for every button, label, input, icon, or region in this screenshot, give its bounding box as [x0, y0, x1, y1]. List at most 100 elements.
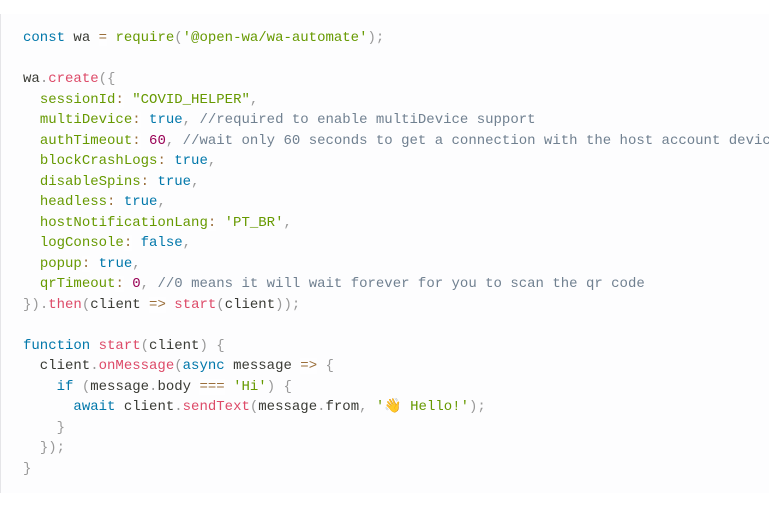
code-token: =>	[149, 297, 166, 313]
code-token: disableSpins	[40, 174, 141, 190]
code-token: (	[99, 71, 107, 87]
code-token: true	[99, 256, 133, 272]
code-token: :	[208, 215, 216, 231]
code-token: client	[225, 297, 275, 313]
code-token	[23, 194, 40, 210]
code-token: logConsole	[40, 235, 124, 251]
code-token: ,	[183, 112, 191, 128]
code-token	[23, 153, 40, 169]
code-token: .	[174, 399, 182, 415]
code-token: then	[48, 297, 82, 313]
code-token: (	[174, 358, 182, 374]
code-token: =	[99, 30, 107, 46]
code-token: sessionId	[40, 92, 116, 108]
code-token: (	[216, 297, 224, 313]
code-token	[166, 297, 174, 313]
code-token: false	[141, 235, 183, 251]
code-token: :	[115, 276, 123, 292]
code-token	[23, 92, 40, 108]
code-token: if	[57, 379, 74, 395]
code-token: ,	[359, 399, 367, 415]
code-token: true	[124, 194, 158, 210]
code-token: }	[40, 440, 48, 456]
code-token: function	[23, 338, 90, 354]
code-token: true	[149, 112, 183, 128]
code-token	[166, 153, 174, 169]
code-token: '@open-wa/wa-automate'	[183, 30, 368, 46]
code-token: ,	[183, 235, 191, 251]
code-token: message	[90, 379, 149, 395]
code-token: true	[157, 174, 191, 190]
code-token: ;	[376, 30, 384, 46]
code-token: (	[82, 379, 90, 395]
code-token: )	[31, 297, 39, 313]
code-token	[23, 256, 40, 272]
code-token: )	[284, 297, 292, 313]
code-block: const wa = require('@open-wa/wa-automate…	[0, 14, 769, 493]
code-token: ,	[283, 215, 291, 231]
code-token: blockCrashLogs	[40, 153, 158, 169]
code-token: client	[115, 399, 174, 415]
code-token: (	[82, 297, 90, 313]
code-token: //0 means it will wait forever for you t…	[157, 276, 644, 292]
code-token: 60	[149, 133, 166, 149]
code-token: .	[317, 399, 325, 415]
code-token	[23, 133, 40, 149]
code-token: (	[141, 338, 149, 354]
code-token	[141, 133, 149, 149]
code-token: start	[99, 338, 141, 354]
code-token: ,	[141, 276, 149, 292]
code-token: .	[40, 71, 48, 87]
code-token	[23, 276, 40, 292]
code-token	[124, 276, 132, 292]
code-token	[23, 420, 57, 436]
code-token: )	[275, 297, 283, 313]
code-token	[115, 194, 123, 210]
code-token: authTimeout	[40, 133, 132, 149]
code-token: message	[258, 399, 317, 415]
code-token: client	[23, 358, 90, 374]
code-token: true	[174, 153, 208, 169]
code-token: popup	[40, 256, 82, 272]
code-token	[23, 235, 40, 251]
code-token	[317, 358, 325, 374]
code-token: :	[157, 153, 165, 169]
code-token	[368, 399, 376, 415]
code-token	[90, 338, 98, 354]
code-token: {	[326, 358, 334, 374]
code-token: headless	[40, 194, 107, 210]
code-token	[124, 92, 132, 108]
code-token: ,	[132, 256, 140, 272]
code-token	[141, 112, 149, 128]
code-token	[132, 235, 140, 251]
code-token: :	[132, 112, 140, 128]
code-token: async	[183, 358, 225, 374]
code-token	[225, 379, 233, 395]
code-content: const wa = require('@open-wa/wa-automate…	[23, 30, 769, 477]
code-token: sendText	[183, 399, 250, 415]
code-token: hostNotificationLang	[40, 215, 208, 231]
code-token: 'PT_BR'	[225, 215, 284, 231]
code-token: )	[48, 440, 56, 456]
code-token	[23, 112, 40, 128]
code-token: {	[216, 338, 224, 354]
code-token: ;	[292, 297, 300, 313]
code-token: ,	[250, 92, 258, 108]
code-token: require	[115, 30, 174, 46]
code-token: start	[174, 297, 216, 313]
code-token	[174, 133, 182, 149]
code-token: from	[326, 399, 360, 415]
code-token: client	[90, 297, 149, 313]
code-token: qrTimeout	[40, 276, 116, 292]
code-token	[73, 379, 81, 395]
code-token: ,	[191, 174, 199, 190]
code-token: multiDevice	[40, 112, 132, 128]
code-token: ;	[477, 399, 485, 415]
code-token: :	[132, 133, 140, 149]
code-token	[90, 256, 98, 272]
code-token	[23, 174, 40, 190]
code-token: {	[107, 71, 115, 87]
code-token: body	[157, 379, 199, 395]
code-token: ,	[166, 133, 174, 149]
code-token: client	[149, 338, 199, 354]
